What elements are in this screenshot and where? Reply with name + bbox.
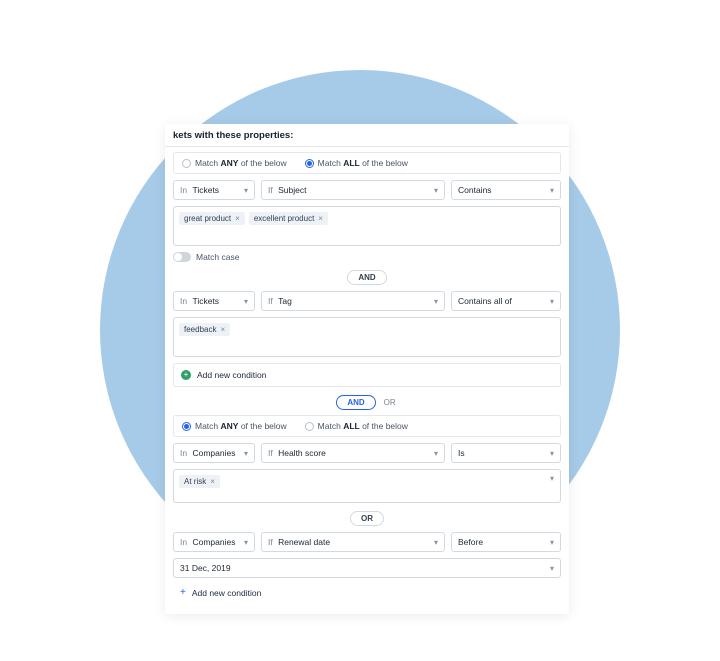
g2c1-value-input[interactable]: At risk× ▾: [173, 469, 561, 503]
chevron-down-icon: ▾: [244, 186, 248, 195]
chevron-down-icon: ▾: [244, 538, 248, 547]
conditions-panel: kets with these properties: Match ANY of…: [165, 124, 569, 614]
chevron-down-icon: ▾: [550, 297, 554, 306]
chevron-down-icon: ▾: [550, 186, 554, 195]
radio-match-all[interactable]: Match ALL of the below: [305, 421, 408, 431]
group2-match-mode: Match ANY of the below Match ALL of the …: [173, 415, 561, 437]
radio-dot-icon: [305, 422, 314, 431]
remove-tag-icon[interactable]: ×: [220, 325, 225, 334]
chevron-down-icon: ▾: [550, 538, 554, 547]
plus-icon: +: [180, 588, 186, 598]
scope-select[interactable]: In Tickets ▾: [173, 291, 255, 311]
remove-tag-icon[interactable]: ×: [318, 214, 323, 223]
group-connector: AND OR: [165, 395, 569, 410]
or-pill: OR: [350, 511, 384, 526]
chevron-down-icon: ▾: [244, 449, 248, 458]
operator-select[interactable]: Is ▾: [451, 443, 561, 463]
chevron-down-icon: ▾: [434, 538, 438, 547]
radio-dot-icon: [182, 422, 191, 431]
radio-match-any[interactable]: Match ANY of the below: [182, 158, 287, 168]
g1c1-selects: In Tickets ▾ If Subject ▾ Contains ▾: [165, 180, 569, 200]
chevron-down-icon: ▾: [244, 297, 248, 306]
panel-title: kets with these properties:: [165, 124, 569, 147]
group1-match-mode: Match ANY of the below Match ALL of the …: [173, 152, 561, 174]
scope-select[interactable]: In Tickets ▾: [173, 180, 255, 200]
and-pill: AND: [347, 270, 386, 285]
value-tag: feedback×: [179, 323, 230, 336]
g2c1-selects: In Companies ▾ If Health score ▾ Is ▾: [165, 443, 569, 463]
field-select[interactable]: If Tag ▾: [261, 291, 445, 311]
match-case-toggle-row: Match case: [173, 252, 561, 262]
chevron-down-icon: ▾: [434, 449, 438, 458]
chevron-down-icon: ▾: [550, 474, 554, 483]
match-case-toggle[interactable]: [173, 252, 191, 262]
field-select[interactable]: If Health score ▾: [261, 443, 445, 463]
chevron-down-icon: ▾: [434, 297, 438, 306]
connector-or: OR: [165, 511, 569, 526]
g2c2-date-input[interactable]: 31 Dec, 2019 ▾: [173, 558, 561, 578]
remove-tag-icon[interactable]: ×: [235, 214, 240, 223]
g1c2-selects: In Tickets ▾ If Tag ▾ Contains all of ▾: [165, 291, 569, 311]
g1c1-value-input[interactable]: great product× excellent product×: [173, 206, 561, 246]
plus-icon: +: [181, 370, 191, 380]
field-select[interactable]: If Subject ▾: [261, 180, 445, 200]
connector-and-option[interactable]: AND: [336, 395, 375, 410]
connector-and: AND: [165, 270, 569, 285]
operator-select[interactable]: Contains all of ▾: [451, 291, 561, 311]
scope-select[interactable]: In Companies ▾: [173, 532, 255, 552]
match-case-label: Match case: [196, 252, 239, 262]
radio-match-all[interactable]: Match ALL of the below: [305, 158, 408, 168]
value-tag: great product×: [179, 212, 245, 225]
chevron-down-icon: ▾: [550, 449, 554, 458]
add-condition-button[interactable]: + Add new condition: [173, 363, 561, 387]
connector-or-option[interactable]: OR: [382, 396, 398, 409]
scope-select[interactable]: In Companies ▾: [173, 443, 255, 463]
radio-dot-icon: [182, 159, 191, 168]
value-tag: At risk×: [179, 475, 220, 488]
g1c2-value-input[interactable]: feedback×: [173, 317, 561, 357]
g2c2-selects: In Companies ▾ If Renewal date ▾ Before …: [165, 532, 569, 552]
add-condition-button[interactable]: + Add new condition: [173, 584, 561, 608]
chevron-down-icon: ▾: [550, 564, 554, 573]
value-tag: excellent product×: [249, 212, 328, 225]
chevron-down-icon: ▾: [434, 186, 438, 195]
operator-select[interactable]: Before ▾: [451, 532, 561, 552]
radio-match-any[interactable]: Match ANY of the below: [182, 421, 287, 431]
field-select[interactable]: If Renewal date ▾: [261, 532, 445, 552]
remove-tag-icon[interactable]: ×: [210, 477, 215, 486]
radio-dot-icon: [305, 159, 314, 168]
operator-select[interactable]: Contains ▾: [451, 180, 561, 200]
